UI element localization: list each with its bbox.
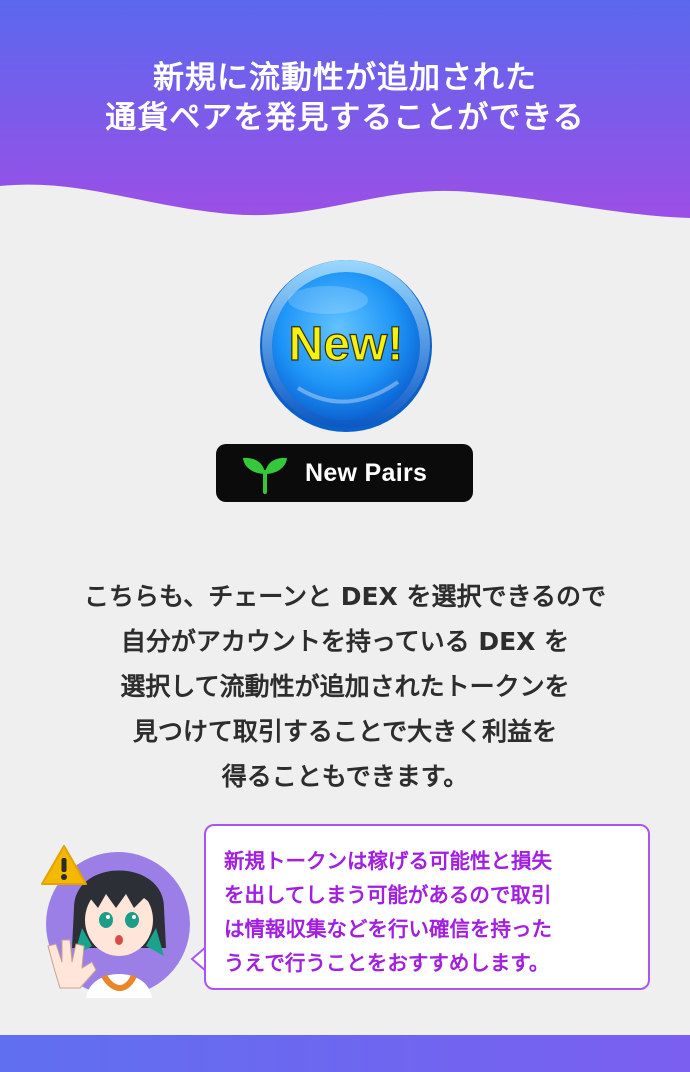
warning-line: は情報収集などを行い確信を持った xyxy=(224,917,552,941)
sprout-icon xyxy=(243,457,287,494)
new-pairs-pill: New Pairs xyxy=(216,444,473,502)
warning-line: うえで行うことをおすすめします。 xyxy=(224,951,550,975)
footer-bar xyxy=(0,1035,690,1072)
description-line: 得ることもできます。 xyxy=(221,762,469,791)
warning-speech-bubble: 新規トークンは稼げる可能性と損失 を出してしまう可能があるので取引 は情報収集な… xyxy=(204,824,650,990)
page-title: 新規に流動性が追加された 通貨ペアを発見することができる xyxy=(0,58,690,138)
header-banner: 新規に流動性が追加された 通貨ペアを発見することができる xyxy=(0,0,690,230)
new-pairs-label: New Pairs xyxy=(305,459,428,487)
description-line: 見つけて取引することで大きく利益を xyxy=(132,717,558,746)
new-badge-text: New! xyxy=(289,318,404,371)
character-avatar xyxy=(34,828,204,998)
description-text: こちらも、チェーンと DEX を選択できるので 自分がアカウントを持っている D… xyxy=(20,574,670,799)
warning-line: を出してしまう可能があるので取引 xyxy=(224,883,552,907)
description-line: 選択して流動性が追加されたトークンを xyxy=(120,672,570,701)
new-badge-icon: New! xyxy=(260,260,432,432)
description-line: 自分がアカウントを持っている DEX を xyxy=(120,627,570,656)
title-line-2: 通貨ペアを発見することができる xyxy=(105,100,585,136)
new-badge: New! xyxy=(258,258,434,434)
description-line: こちらも、チェーンと DEX を選択できるので xyxy=(83,582,606,611)
warning-text: 新規トークンは稼げる可能性と損失 を出してしまう可能があるので取引 は情報収集な… xyxy=(224,844,634,980)
warning-line: 新規トークンは稼げる可能性と損失 xyxy=(224,849,552,873)
warning-icon xyxy=(41,845,87,885)
title-line-1: 新規に流動性が追加された xyxy=(153,60,537,96)
